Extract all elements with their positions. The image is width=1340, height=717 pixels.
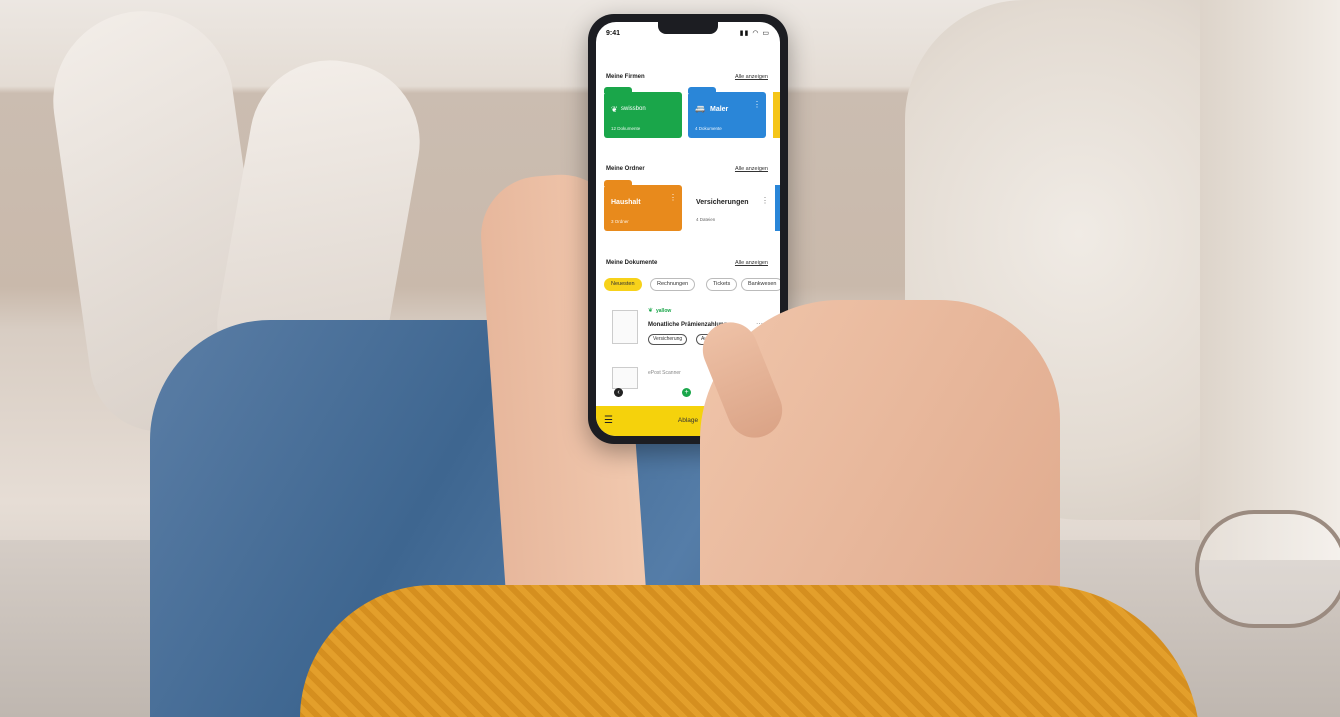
add-icon[interactable]: + [682, 388, 691, 397]
folder-name-versicherungen[interactable]: Versicherungen [696, 199, 749, 206]
folder-count: 3 Ordner [611, 219, 629, 224]
firm-card-maler[interactable]: 🚐 Maler ⋮ 4 Dokumente [688, 87, 766, 138]
firm-card-peek [773, 92, 780, 138]
car-logo-icon: 🚐 [695, 104, 705, 113]
document-thumbnail[interactable] [612, 367, 638, 389]
folder-name: Haushalt [611, 199, 641, 206]
yellow-sweater [300, 585, 1200, 717]
document-brand: yallow [656, 308, 672, 314]
folders-show-all-link[interactable]: Alle anzeigen [735, 166, 768, 172]
firm-doc-count: 12 Dokumente [611, 126, 641, 131]
firms-title: Meine Firmen [606, 74, 645, 80]
folders-title: Meine Ordner [606, 166, 645, 172]
filter-chip-neuesten[interactable]: Neuesten [604, 278, 642, 291]
firm-name: swissbon [621, 106, 646, 112]
eyeglasses [1195, 510, 1340, 628]
more-options-icon[interactable]: ⋮ [761, 196, 769, 205]
status-icons: ▮▮ ◠ ▭ [739, 30, 770, 37]
status-time: 9:41 [606, 30, 621, 37]
documents-show-all-link[interactable]: Alle anzeigen [735, 260, 768, 266]
document-title[interactable]: ePost Scanner [648, 370, 681, 376]
document-thumbnail[interactable] [612, 310, 638, 344]
folder-card-peek [775, 185, 780, 231]
folder-tab [688, 87, 716, 93]
filter-chip-rechnungen[interactable]: Rechnungen [650, 278, 696, 291]
filter-chips: Neuesten Rechnungen Tickets Bankwesen [604, 278, 780, 292]
more-options-icon[interactable]: ⋮ [669, 193, 677, 202]
more-options-icon[interactable]: ⋮ [753, 100, 761, 109]
photo-scene: 9:41 ▮▮ ◠ ▭ Meine Firmen Alle anzeigen ❦… [0, 0, 1340, 717]
filter-chip-bankwesen[interactable]: Bankwesen [741, 278, 780, 291]
filter-chip-tickets[interactable]: Tickets [706, 278, 738, 291]
folder-tab [604, 180, 632, 186]
leaf-logo-icon: ❦ [611, 105, 618, 114]
back-icon[interactable]: ‹ [614, 388, 623, 397]
documents-title: Meine Dokumente [606, 260, 658, 266]
firm-doc-count: 4 Dokumente [695, 126, 722, 131]
firm-name: Maler [710, 106, 729, 113]
cushion-edge [1200, 0, 1340, 560]
folder-card-haushalt[interactable]: Haushalt ⋮ 3 Ordner [604, 180, 682, 231]
status-bar: 9:41 ▮▮ ◠ ▭ [596, 22, 780, 44]
firm-card-swissbon[interactable]: ❦ swissbon 12 Dokumente [604, 87, 682, 138]
firms-show-all-link[interactable]: Alle anzeigen [735, 74, 768, 80]
folder-file-count: 4 Dateien [696, 217, 716, 222]
document-tag: Versicherung [648, 334, 688, 345]
leaf-logo-icon: ❦ [648, 308, 654, 314]
folder-tab [604, 87, 632, 93]
